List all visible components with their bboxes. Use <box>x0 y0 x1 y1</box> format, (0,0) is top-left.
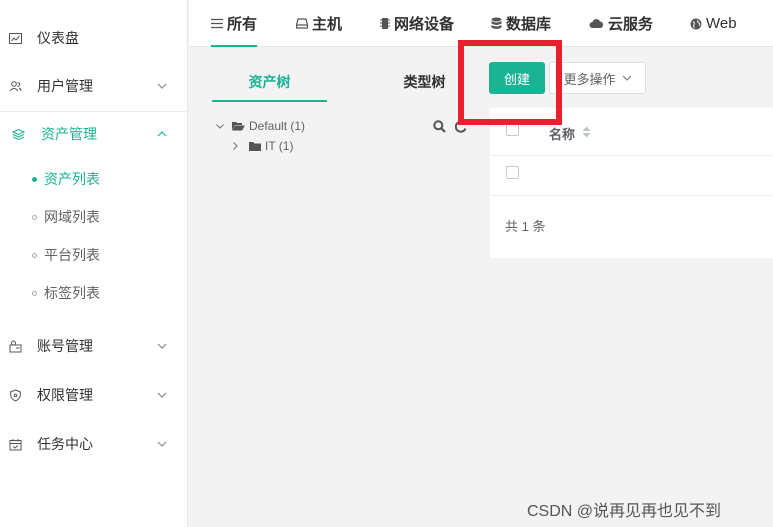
pagination-total: 共 1 条 <box>505 219 546 234</box>
sidebar-subitem-label: 平台列表 <box>44 247 100 263</box>
tab-label: 网络设备 <box>394 16 455 33</box>
tab-label: 主机 <box>312 16 343 33</box>
sidebar-subitem-asset-list[interactable]: 资产列表 <box>0 160 187 198</box>
row-checkbox[interactable] <box>506 166 519 179</box>
dot-icon <box>32 176 37 182</box>
list-icon <box>211 18 223 29</box>
sidebar-item-tasks[interactable]: 任务中心 <box>0 420 187 468</box>
tab-all[interactable]: 所有 <box>211 0 258 47</box>
account-icon <box>8 339 22 353</box>
sidebar-subitem-platform-list[interactable]: 平台列表 <box>0 236 187 274</box>
sidebar-item-label: 仪表盘 <box>37 30 79 46</box>
sidebar-item-label: 账号管理 <box>37 338 93 354</box>
database-icon <box>491 17 502 30</box>
chevron-down-icon <box>156 340 168 352</box>
highlight-box <box>458 40 562 125</box>
column-header-name[interactable]: 名称 <box>549 124 575 143</box>
more-actions-dropdown[interactable]: 更多操作 <box>549 62 646 94</box>
chevron-down-icon <box>156 389 168 401</box>
calendar-icon <box>8 437 22 451</box>
sidebar-item-accounts[interactable]: 账号管理 <box>0 322 187 370</box>
search-icon[interactable] <box>433 120 446 136</box>
tree-node-label: Default (1) <box>249 119 306 133</box>
sort-icon[interactable] <box>582 125 591 141</box>
sidebar-item-users[interactable]: 用户管理 <box>0 62 187 110</box>
tree-node-default[interactable]: Default (1) <box>214 119 305 133</box>
dot-icon <box>32 252 37 258</box>
sidebar-item-dashboard[interactable]: 仪表盘 <box>0 14 187 62</box>
host-icon <box>296 18 308 29</box>
sidebar-item-label: 任务中心 <box>37 436 93 452</box>
sidebar-item-label: 资产管理 <box>41 126 97 142</box>
subtab-asset-tree[interactable]: 资产树 <box>212 62 327 102</box>
sidebar-item-permissions[interactable]: 权限管理 <box>0 371 187 419</box>
layers-icon <box>11 127 25 141</box>
cloud-icon <box>589 18 604 29</box>
tab-network-device[interactable]: 网络设备 <box>380 0 454 47</box>
globe-icon <box>690 18 702 30</box>
dashboard-icon <box>8 31 22 45</box>
sidebar-subitem-label: 网域列表 <box>44 209 100 225</box>
watermark: CSDN @说再见再也见不到 <box>527 503 722 520</box>
sidebar-subitem-label: 资产列表 <box>44 171 100 187</box>
shield-icon <box>8 388 22 402</box>
tab-host[interactable]: 主机 <box>296 0 342 47</box>
subtab-indicator <box>212 100 327 102</box>
subtab-label: 类型树 <box>403 74 446 90</box>
sidebar-item-assets[interactable]: 资产管理 <box>0 110 187 158</box>
asset-table: 名称 共 1 条 <box>490 108 773 258</box>
folder-icon <box>249 141 261 151</box>
tab-label: 云服务 <box>608 16 654 33</box>
tab-cloud[interactable]: 云服务 <box>589 0 653 47</box>
tab-label: 所有 <box>227 16 258 33</box>
chevron-down-icon <box>156 438 168 450</box>
sidebar-subitem-label-list[interactable]: 标签列表 <box>0 274 187 312</box>
sidebar-item-label: 用户管理 <box>37 78 93 94</box>
sidebar-subitem-label: 标签列表 <box>44 285 100 301</box>
sidebar-item-label: 权限管理 <box>37 387 93 403</box>
dot-icon <box>32 214 37 220</box>
chevron-down-icon <box>622 75 632 81</box>
chevron-right-icon <box>229 142 241 150</box>
tab-label: Web <box>706 15 737 32</box>
tab-label: 数据库 <box>506 16 552 33</box>
chevron-down-icon <box>214 123 226 129</box>
sidebar-subitem-domain-list[interactable]: 网域列表 <box>0 198 187 236</box>
tree-panel: 资产树 类型树 Default (1) IT (1) <box>212 62 470 182</box>
subtab-label: 资产树 <box>248 74 291 90</box>
table-row <box>490 156 773 196</box>
tree-node-label: IT (1) <box>265 139 294 153</box>
users-icon <box>8 79 22 93</box>
chevron-down-icon <box>156 80 168 92</box>
tab-web[interactable]: Web <box>690 0 737 47</box>
sidebar: 仪表盘 用户管理 资产管理 资产列表 网域列表 平台列表 标签列表 账号管理 权… <box>0 0 188 527</box>
chip-icon <box>380 17 390 30</box>
dot-icon <box>32 290 37 296</box>
chevron-up-icon <box>156 128 168 140</box>
folder-open-icon <box>232 121 245 131</box>
tree-node-it[interactable]: IT (1) <box>229 139 293 153</box>
more-actions-label: 更多操作 <box>563 71 616 87</box>
